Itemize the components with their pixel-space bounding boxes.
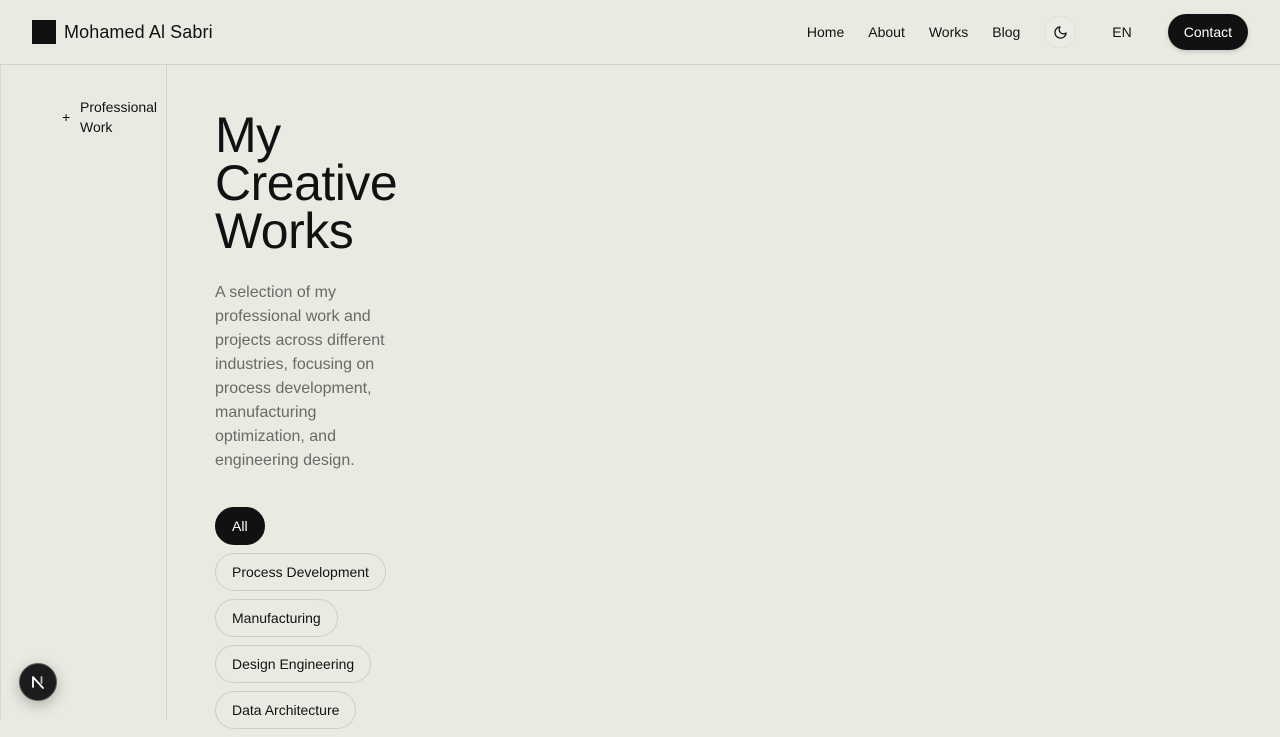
plus-icon: + <box>62 109 71 125</box>
site-header: Mohamed Al Sabri Home About Works Blog E… <box>0 0 1280 65</box>
main-content: My Creative Works A selection of my prof… <box>215 65 415 737</box>
main-nav: Home About Works Blog EN Contact <box>807 0 1248 64</box>
moon-icon <box>1054 25 1067 39</box>
nextjs-icon <box>32 676 44 689</box>
filter-chip-data-architecture[interactable]: Data Architecture <box>215 691 357 729</box>
filter-chip-process-development[interactable]: Process Development <box>215 553 386 591</box>
page-title-line: Works <box>215 203 354 259</box>
contact-button[interactable]: Contact <box>1167 14 1248 50</box>
nav-link-works[interactable]: Works <box>929 24 968 40</box>
category-filters: All Process Development Manufacturing De… <box>215 507 415 737</box>
sidebar-item-professional-work[interactable]: + Professional Work <box>62 97 160 137</box>
page-title-line: My <box>215 107 281 163</box>
filter-chip-design-engineering[interactable]: Design Engineering <box>215 645 372 683</box>
sidebar: + Professional Work <box>0 65 167 720</box>
square-logo-icon <box>32 20 56 44</box>
brand-link[interactable]: Mohamed Al Sabri <box>32 20 213 44</box>
nav-link-about[interactable]: About <box>868 24 905 40</box>
page-title-line: Creative <box>215 155 398 211</box>
filter-chip-all[interactable]: All <box>215 507 265 545</box>
page-description: A selection of my professional work and … <box>215 284 385 469</box>
theme-toggle-button[interactable] <box>1044 16 1077 48</box>
nextjs-dev-badge[interactable] <box>19 663 57 701</box>
nav-link-home[interactable]: Home <box>807 24 844 40</box>
brand-name: Mohamed Al Sabri <box>64 22 213 42</box>
filter-chip-manufacturing[interactable]: Manufacturing <box>215 599 338 637</box>
nav-link-blog[interactable]: Blog <box>992 24 1020 40</box>
page-title: My Creative Works <box>215 107 415 259</box>
language-switcher[interactable]: EN <box>1112 24 1131 40</box>
sidebar-item-label: Professional Work <box>80 99 158 135</box>
